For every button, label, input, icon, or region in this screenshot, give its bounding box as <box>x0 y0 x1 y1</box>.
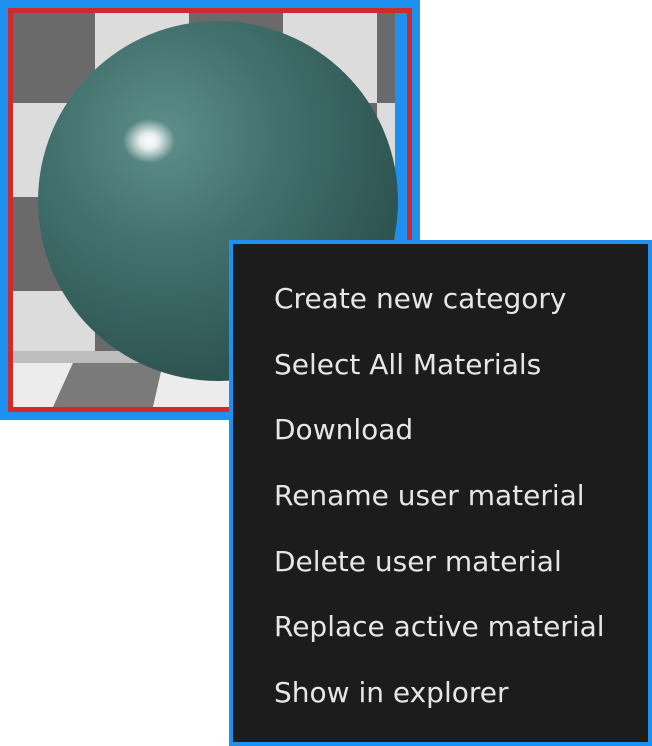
context-menu-list: Create new category Select All Materials… <box>233 269 648 729</box>
menu-item-select-all-materials[interactable]: Select All Materials <box>233 335 648 401</box>
stage: Create new category Select All Materials… <box>0 0 652 746</box>
menu-item-delete-user-material[interactable]: Delete user material <box>233 532 648 598</box>
menu-item-download[interactable]: Download <box>233 400 648 466</box>
menu-item-create-new-category[interactable]: Create new category <box>233 269 648 335</box>
menu-item-rename-user-material[interactable]: Rename user material <box>233 466 648 532</box>
menu-item-show-in-explorer[interactable]: Show in explorer <box>233 663 648 729</box>
menu-item-replace-active-material[interactable]: Replace active material <box>233 597 648 663</box>
context-menu: Create new category Select All Materials… <box>229 240 652 746</box>
